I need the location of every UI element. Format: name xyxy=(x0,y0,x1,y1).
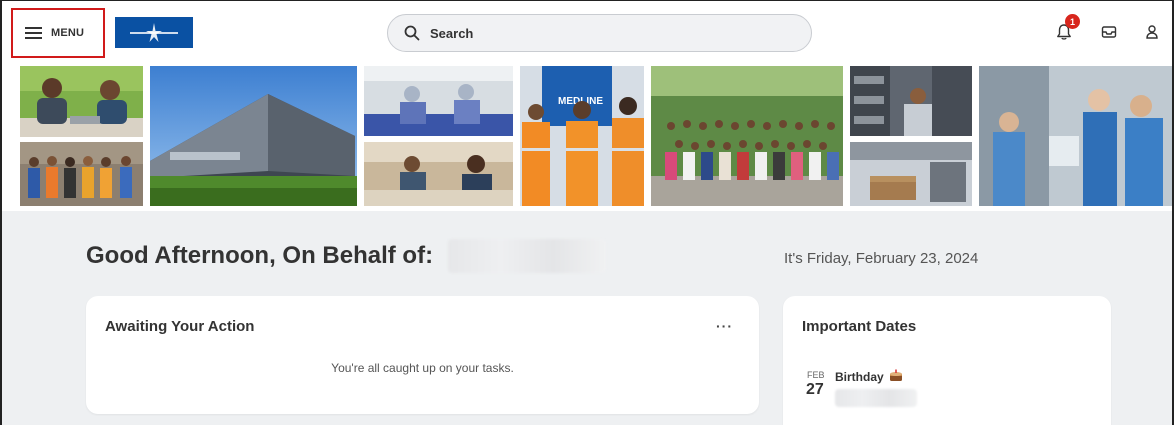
medline-building-photo xyxy=(150,66,357,206)
search-icon xyxy=(404,25,420,41)
important-dates-title: Important Dates xyxy=(802,318,917,335)
notification-badge[interactable]: 1 xyxy=(1065,14,1080,29)
lab-workers-photo xyxy=(364,66,513,136)
event-month: FEB xyxy=(807,370,825,380)
event-day: 27 xyxy=(806,381,824,398)
search-input[interactable] xyxy=(430,25,750,41)
event-name[interactable]: Birthday xyxy=(835,370,884,384)
top-header: MENU 1 xyxy=(2,1,1172,63)
inbox-icon[interactable] xyxy=(1100,23,1118,41)
logo-mark xyxy=(130,22,178,42)
large-group-photo xyxy=(651,66,843,206)
warehouse-workers-photo: MEDLINE xyxy=(520,66,644,206)
lab-scientists-photo xyxy=(979,66,1172,206)
menu-label: MENU xyxy=(51,27,85,39)
important-dates-card: Important Dates FEB 27 Birthday xyxy=(783,296,1111,425)
page-greeting: Good Afternoon, On Behalf of: xyxy=(86,242,434,269)
employees-smiling-photo xyxy=(20,66,143,137)
more-options-icon[interactable]: ··· xyxy=(716,318,733,334)
menu-button[interactable]: MENU xyxy=(11,8,105,58)
warehouse-worker-photo xyxy=(850,66,972,136)
cake-icon xyxy=(890,369,902,381)
awaiting-action-card: Awaiting Your Action ··· You're all caug… xyxy=(86,296,759,414)
person-icon[interactable] xyxy=(1143,23,1161,41)
office-workers-photo xyxy=(364,142,513,206)
hamburger-icon xyxy=(25,27,42,39)
awaiting-action-title: Awaiting Your Action xyxy=(105,318,255,335)
current-date: It's Friday, February 23, 2024 xyxy=(784,250,979,267)
redacted-name xyxy=(448,239,606,273)
empty-tasks-message: You're all caught up on your tasks. xyxy=(331,361,514,375)
medline-logo[interactable] xyxy=(115,17,193,48)
team-group-photo xyxy=(20,142,143,206)
app-frame: MENU 1 xyxy=(0,0,1174,425)
main-content: Good Afternoon, On Behalf of: It's Frida… xyxy=(2,211,1172,425)
redacted-person xyxy=(835,389,917,407)
distribution-box-photo xyxy=(850,142,972,206)
search-bar[interactable] xyxy=(387,14,812,52)
photo-banner: MEDLINE xyxy=(2,63,1172,211)
